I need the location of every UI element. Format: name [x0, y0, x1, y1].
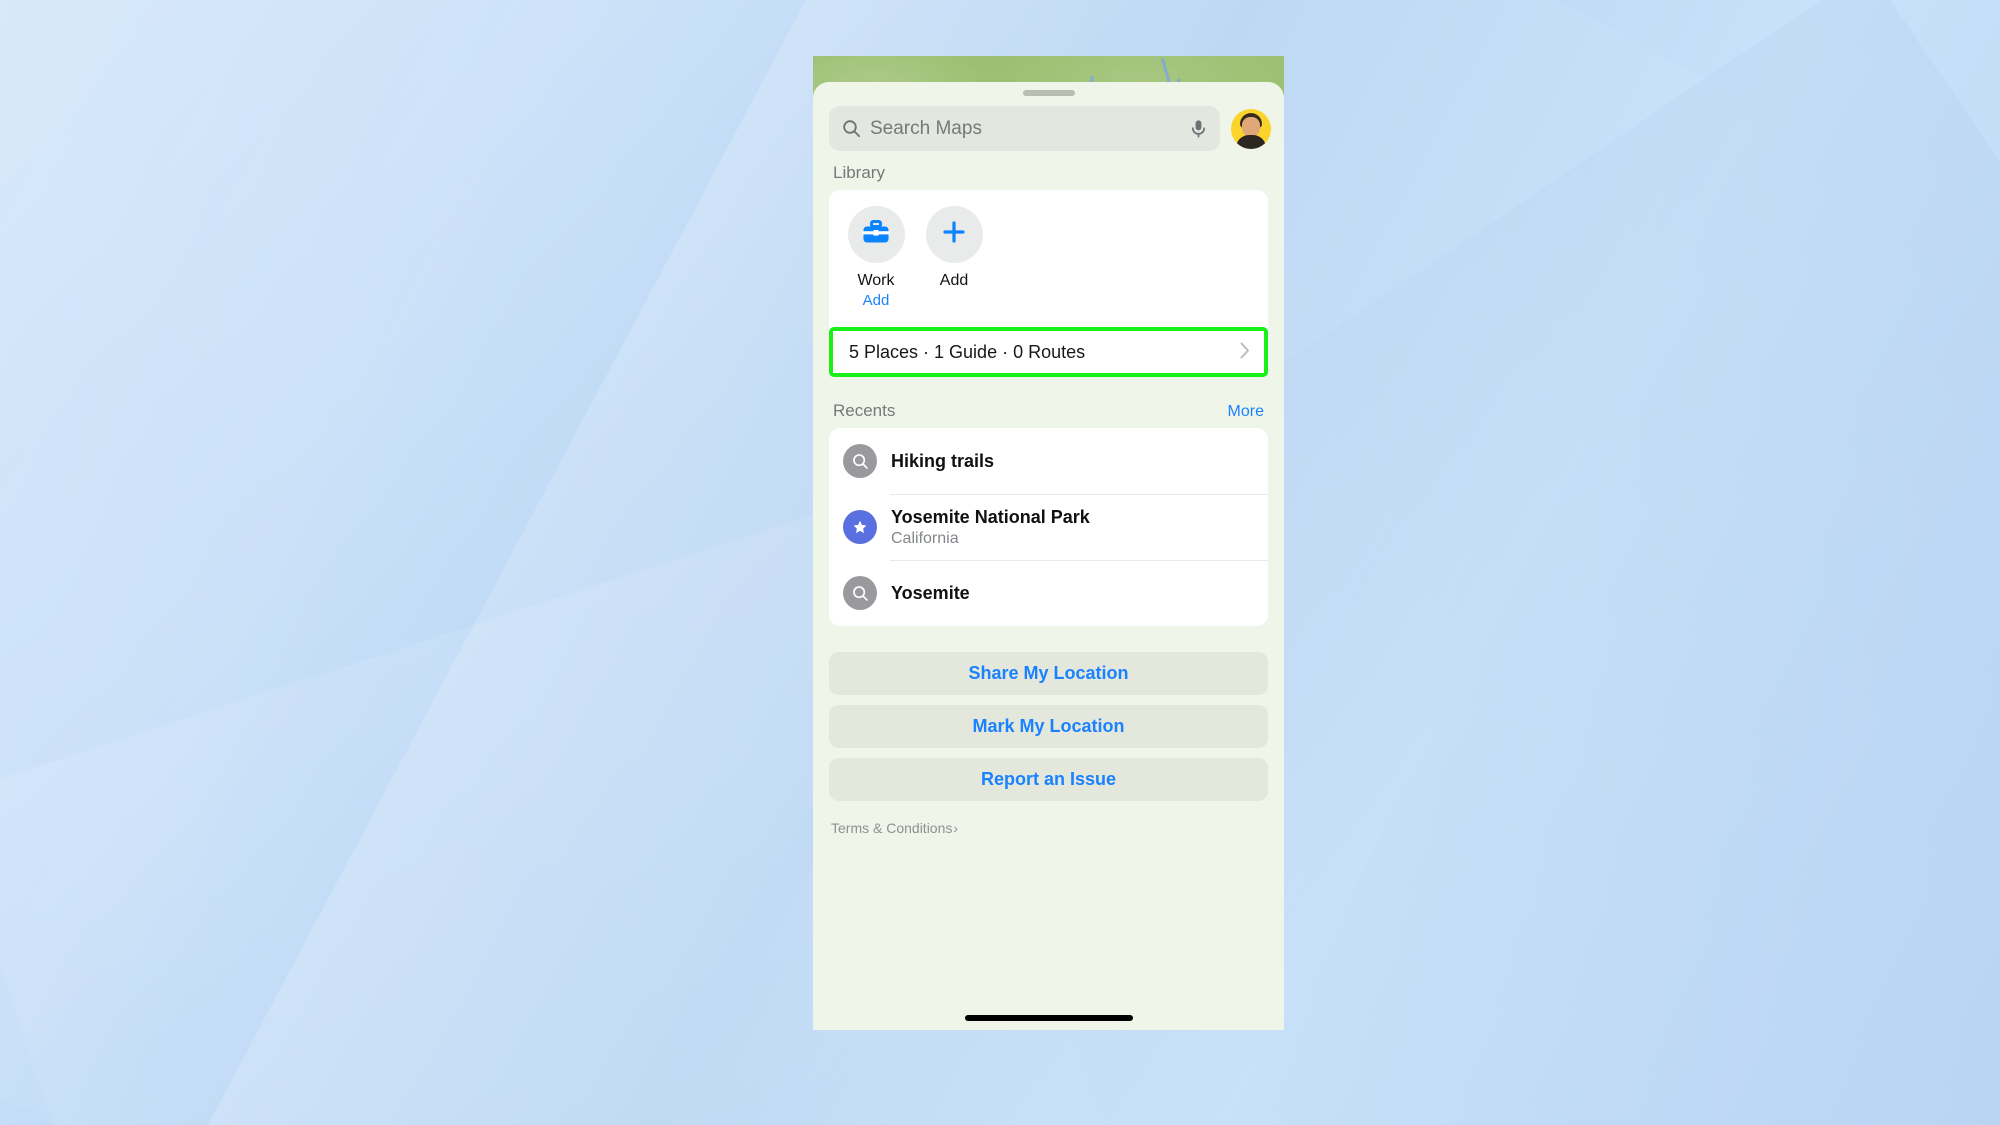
avatar-body — [1236, 134, 1266, 149]
search-icon — [843, 444, 877, 478]
avatar-face — [1242, 116, 1260, 137]
phone-screen: Search Maps Library Work Add Add 5 Place… — [813, 56, 1284, 1030]
shortcut-work[interactable]: Work Add — [845, 206, 907, 309]
share-my-location-button[interactable]: Share My Location — [829, 652, 1268, 695]
user-avatar[interactable] — [1231, 108, 1271, 149]
recents-title: Recents — [833, 401, 896, 420]
report-an-issue-button[interactable]: Report an Issue — [829, 758, 1268, 801]
recents-section: Recents More Hiking trails Yosemite Nati… — [829, 399, 1268, 626]
wallpaper-facet — [0, 0, 686, 1125]
recent-item-title: Yosemite National Park — [891, 506, 1090, 527]
search-icon — [842, 119, 861, 138]
search-input[interactable]: Search Maps — [829, 106, 1220, 151]
star-icon — [843, 510, 877, 544]
recent-item-title: Hiking trails — [891, 450, 995, 471]
search-icon — [843, 576, 877, 610]
chevron-right-icon: › — [953, 820, 959, 836]
recents-more-button[interactable]: More — [1228, 403, 1264, 421]
plus-icon — [941, 219, 967, 250]
library-section-header: Library — [829, 161, 1268, 190]
shortcut-add-circle[interactable] — [925, 206, 983, 263]
recent-item-subtitle: California — [891, 529, 959, 547]
chevron-right-icon — [1240, 342, 1250, 363]
recent-item-texts: Yosemite — [891, 583, 970, 604]
microphone-icon[interactable] — [1190, 119, 1207, 138]
terms-and-conditions-link[interactable]: Terms & Conditions › — [829, 820, 1268, 836]
recent-item[interactable]: Hiking trails — [829, 428, 1268, 494]
library-summary-row[interactable]: 5 Places · 1 Guide · 0 Routes — [833, 331, 1264, 373]
recent-item[interactable]: Yosemite — [829, 560, 1268, 626]
recent-item-texts: Hiking trails — [891, 451, 994, 472]
recent-item-title: Yosemite — [891, 582, 970, 603]
shortcut-work-add-link[interactable]: Add — [863, 292, 890, 309]
recent-item[interactable]: Yosemite National Park California — [829, 494, 1268, 560]
briefcase-icon — [862, 219, 890, 250]
terms-label: Terms & Conditions — [831, 820, 953, 836]
recent-item-texts: Yosemite National Park California — [891, 507, 1090, 548]
action-buttons: Share My Location Mark My Location Repor… — [829, 652, 1268, 801]
library-summary-text: 5 Places · 1 Guide · 0 Routes — [849, 341, 1086, 362]
search-placeholder: Search Maps — [870, 117, 982, 139]
library-card: Work Add Add 5 Places · 1 Guide · 0 Rout… — [829, 190, 1268, 377]
mark-my-location-button[interactable]: Mark My Location — [829, 705, 1268, 748]
desktop-wallpaper: Search Maps Library Work Add Add 5 Place… — [0, 0, 2000, 1125]
library-summary-highlight: 5 Places · 1 Guide · 0 Routes — [829, 327, 1268, 377]
shortcut-work-label: Work — [857, 272, 895, 289]
library-title: Library — [833, 163, 885, 182]
shortcut-add[interactable]: Add — [923, 206, 985, 309]
recents-section-header: Recents More — [829, 399, 1268, 428]
recents-card: Hiking trails Yosemite National Park Cal… — [829, 428, 1268, 626]
library-shortcuts: Work Add Add — [829, 190, 1268, 319]
bottom-sheet: Search Maps Library Work Add Add 5 Place… — [813, 82, 1284, 1030]
shortcut-add-label: Add — [939, 272, 969, 289]
search-row: Search Maps — [813, 96, 1284, 161]
sheet-content: Library Work Add Add 5 Places · 1 Guide … — [813, 161, 1284, 1015]
shortcut-work-circle[interactable] — [847, 206, 905, 263]
home-indicator[interactable] — [964, 1015, 1133, 1021]
